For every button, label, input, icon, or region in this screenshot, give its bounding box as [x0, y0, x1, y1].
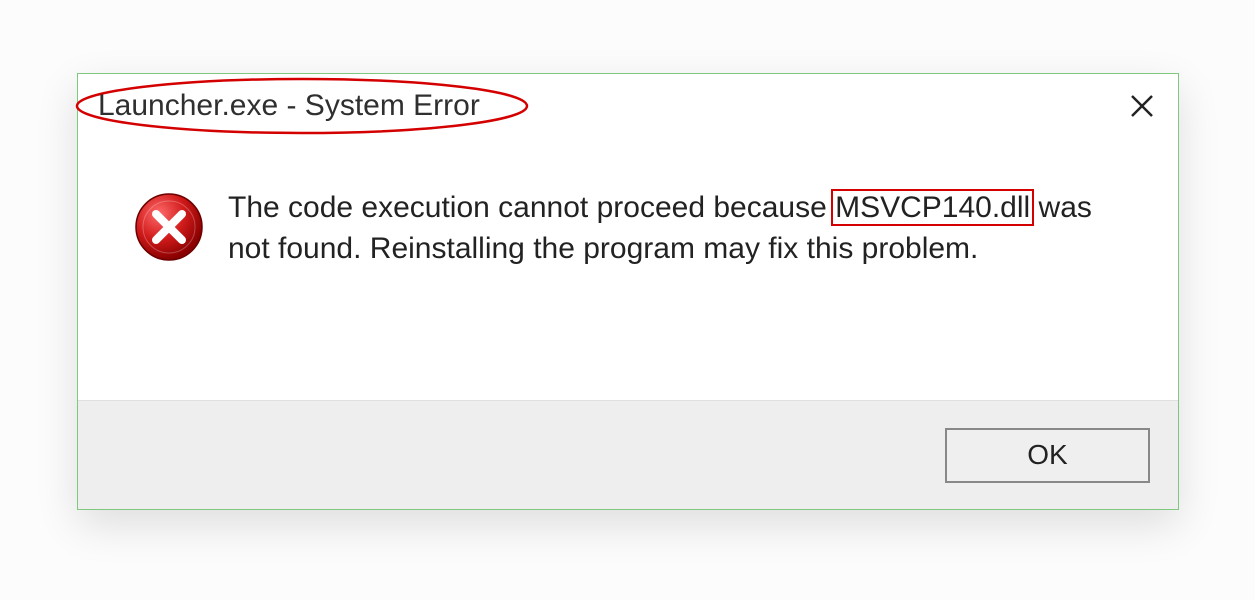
dialog-titlebar: Launcher.exe - System Error [78, 74, 1178, 138]
error-message: The code execution cannot proceed becaus… [228, 188, 1128, 269]
error-icon [134, 192, 204, 262]
message-dll-name: MSVCP140.dll [835, 191, 1030, 224]
dialog-content: The code execution cannot proceed becaus… [78, 138, 1178, 269]
dialog-button-area: OK [78, 400, 1178, 509]
close-button[interactable] [1118, 82, 1166, 130]
close-icon [1129, 93, 1155, 119]
dialog-title: Launcher.exe - System Error [98, 89, 480, 123]
error-dialog: Launcher.exe - System Error The code [77, 73, 1179, 510]
message-part1: The code execution cannot proceed becaus… [228, 191, 835, 224]
ok-button[interactable]: OK [945, 428, 1150, 483]
